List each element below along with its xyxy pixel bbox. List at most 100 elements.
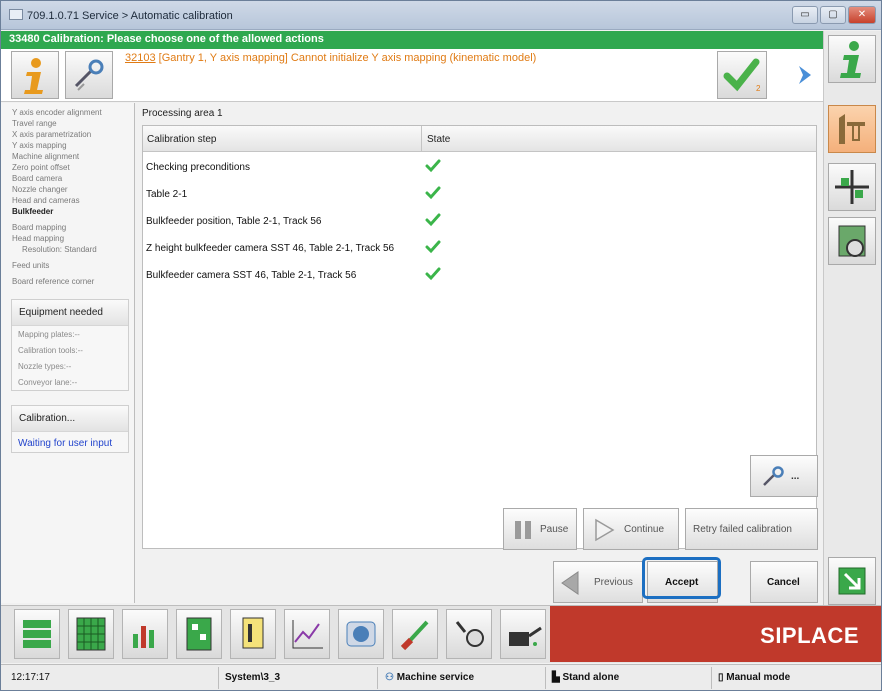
left-panel: Y axis encoder alignment Travel range X ax… (1, 103, 135, 603)
play-icon (595, 518, 615, 542)
calibration-step-item: X axis parametrization (12, 130, 92, 139)
brand-banner: SIPLACE (550, 606, 881, 662)
vision-taskbar-button[interactable] (338, 609, 384, 659)
documents-taskbar-button[interactable] (230, 609, 276, 659)
status-mode1-label: Stand alone (562, 672, 620, 683)
column-header-step[interactable]: Calibration step (147, 134, 216, 145)
maximize-button[interactable]: ▢ (820, 6, 846, 24)
column-header-state[interactable]: State (427, 134, 450, 145)
calibration-side-button[interactable] (828, 105, 876, 153)
acknowledge-button[interactable]: 2 (717, 51, 767, 99)
calibration-step-item: Board mapping (12, 223, 67, 232)
line-chart-icon (292, 620, 323, 649)
feeders-taskbar-button[interactable] (14, 609, 60, 659)
tool-options-label: ... (791, 471, 800, 482)
pause-icon (515, 521, 531, 539)
grid-taskbar-button[interactable] (68, 609, 114, 659)
calibration-step-item: Board camera (12, 174, 63, 183)
tool-options-button[interactable]: ... (750, 455, 818, 497)
status-service: ⚇ Machine service (381, 669, 474, 687)
chevron-right-icon[interactable] (793, 63, 817, 87)
status-service-label: Machine service (396, 672, 475, 683)
banner-text: 33480 Calibration: Please choose one of … (9, 33, 324, 45)
step-cell: Bulkfeeder position, Table 2-1, Track 56 (146, 216, 322, 227)
calibration-step-item: Bulkfeeder (12, 207, 54, 216)
calibration-step-item: Y axis mapping (12, 141, 67, 150)
calibration-step-item: Resolution: Standard (22, 245, 97, 254)
board-taskbar-button[interactable] (176, 609, 222, 659)
right-toolbar (823, 31, 881, 605)
calibration-step-item: Board reference corner (12, 277, 95, 286)
calibration-step-item: Nozzle changer (12, 185, 68, 194)
calibration-table: Calibration step State Checking precondi… (142, 125, 817, 549)
statistics-taskbar-button[interactable] (122, 609, 168, 659)
app-icon (9, 9, 23, 20)
cancel-button[interactable]: Cancel (750, 561, 818, 603)
equipment-conveyor-lane: Conveyor lane:-- (18, 378, 78, 387)
equipment-title: Equipment needed (12, 300, 128, 326)
status-mode-manual: ▯ Manual mode (714, 669, 790, 687)
error-code-link[interactable]: 32103 (125, 52, 156, 64)
table-row[interactable]: Bulkfeeder position, Table 2-1, Track 56 (143, 208, 816, 235)
info-side-button[interactable] (828, 35, 876, 83)
table-row[interactable]: Z height bulkfeeder camera SST 46, Table… (143, 235, 816, 262)
probe-icon (74, 59, 104, 91)
table-row[interactable]: Checking preconditions (143, 154, 816, 181)
arrow-left-icon (561, 571, 579, 595)
oil-can-icon (509, 626, 542, 646)
state-ok-icon (425, 185, 441, 206)
tools-taskbar-button[interactable] (392, 609, 438, 659)
info-icon (24, 58, 43, 94)
trend-taskbar-button[interactable] (284, 609, 330, 659)
camera-lens-icon (346, 621, 376, 647)
status-time: 12:17:17 (11, 672, 50, 683)
hand-gear-icon (455, 621, 484, 647)
equipment-box: Equipment needed Mapping plates:-- Calib… (11, 299, 129, 391)
previous-button[interactable]: Previous (553, 561, 643, 603)
table-row[interactable]: Table 2-1 (143, 181, 816, 208)
table-header: Calibration step State (143, 126, 816, 152)
pause-button[interactable]: Pause (503, 508, 577, 550)
calibration-step-item: Head mapping (12, 234, 65, 243)
state-ok-icon (425, 212, 441, 233)
status-divider (377, 667, 378, 689)
lubrication-taskbar-button[interactable] (500, 609, 546, 659)
state-ok-icon (425, 158, 441, 179)
step-cell: Z height bulkfeeder camera SST 46, Table… (146, 243, 395, 254)
board-gear-icon (838, 225, 866, 257)
table-row[interactable]: Bulkfeeder camera SST 46, Table 2-1, Tra… (143, 262, 816, 289)
status-mode2-label: Manual mode (726, 672, 791, 683)
arrow-down-right-icon (838, 567, 866, 595)
document-icon (242, 617, 264, 649)
machine-icon: ▙ (552, 672, 563, 683)
retry-failed-label: Retry failed calibration (693, 524, 792, 535)
minimize-button[interactable]: ▭ (792, 6, 818, 24)
tools-button[interactable] (65, 51, 113, 99)
calibration-step-item: Feed units (12, 261, 50, 270)
screwdriver-icon (400, 620, 429, 651)
stack-icon (23, 620, 51, 648)
continue-button[interactable]: Continue (583, 508, 679, 550)
retry-failed-button[interactable]: Retry failed calibration (685, 508, 818, 550)
bar-chart-icon (133, 626, 154, 648)
alignment-side-button[interactable] (828, 163, 876, 211)
circuit-board-icon (186, 617, 212, 651)
calibration-step-item: Head and cameras (12, 196, 80, 205)
maintenance-taskbar-button[interactable] (446, 609, 492, 659)
brand-logo: SIPLACE (760, 623, 859, 648)
info-button[interactable] (11, 51, 59, 99)
error-message: 32103 [Gantry 1, Y axis mapping] Cannot … (125, 52, 536, 64)
equipment-calibration-tools: Calibration tools:-- (18, 346, 83, 355)
board-camera-side-button[interactable] (828, 217, 876, 265)
calibration-steps-list: Y axis encoder alignment Travel range X ax… (12, 107, 102, 287)
calibration-status-title: Calibration... (12, 406, 128, 432)
pause-label: Pause (540, 524, 569, 535)
continue-label: Continue (624, 524, 665, 535)
main-panel: Processing area 1 Calibration step State… (136, 103, 823, 603)
exit-side-button[interactable] (828, 557, 876, 605)
instruction-banner: 33480 Calibration: Please choose one of … (1, 31, 823, 49)
calibration-status-box: Calibration... Waiting for user input (11, 405, 129, 453)
close-button[interactable]: ✕ (848, 6, 876, 24)
step-cell: Table 2-1 (146, 189, 188, 200)
window-title: 709.1.0.71 Service > Automatic calibrati… (27, 10, 233, 22)
